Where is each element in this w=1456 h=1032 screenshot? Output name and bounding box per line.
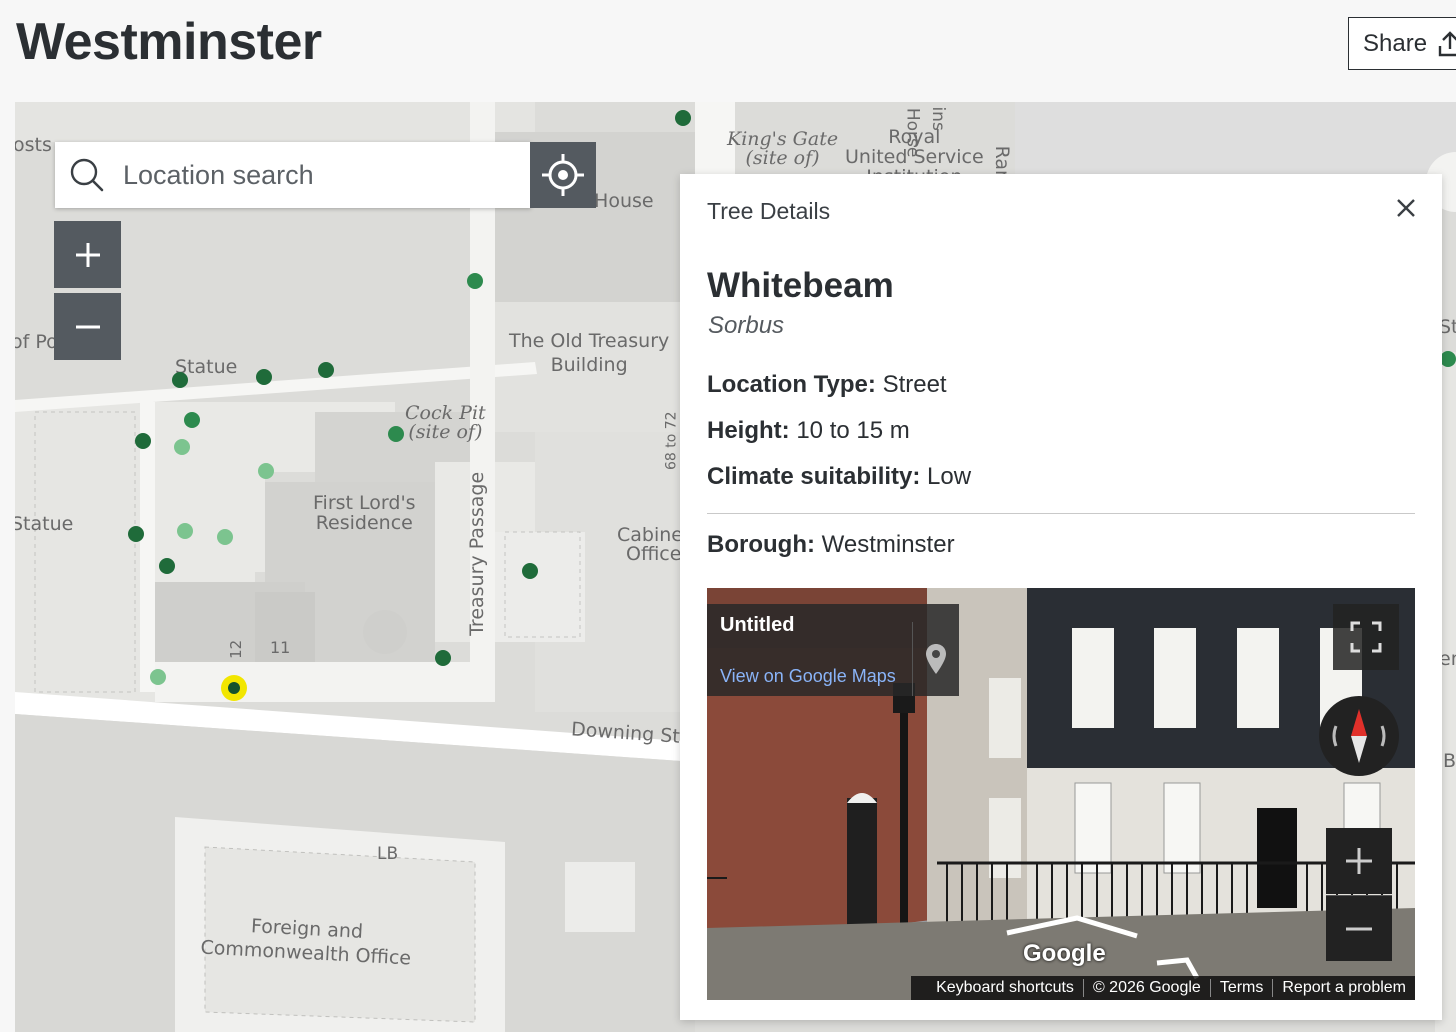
search-icon [70, 158, 104, 192]
map-label-b-right: B [1443, 750, 1456, 772]
map-label-old-treasury: The Old Treasury Building [509, 330, 669, 378]
map-label-12: 12 [227, 639, 246, 659]
street-view-footer: Keyboard shortcuts © 2026 Google Terms R… [911, 976, 1415, 1000]
map-label-cock-pit: Cock Pit (site of) [405, 404, 486, 442]
tree-marker[interactable] [172, 372, 188, 388]
attr-borough: Borough: Westminster [707, 531, 955, 559]
tree-marker[interactable] [150, 669, 166, 685]
location-search-input[interactable] [123, 159, 503, 191]
tree-latin-name: Sorbus [708, 312, 785, 339]
tree-marker[interactable] [128, 526, 144, 542]
map-label-kings-gate-line2: (site of) [745, 147, 820, 169]
tree-marker[interactable] [675, 110, 691, 126]
map-label-11: 11 [270, 638, 291, 657]
tree-marker[interactable] [435, 650, 451, 666]
divider [707, 513, 1415, 514]
street-view-pin-button[interactable] [912, 622, 959, 696]
map-zoom-in-button[interactable] [54, 221, 121, 288]
copyright-text: © 2026 Google [1082, 979, 1210, 997]
map-label-kings-gate: King's Gate (site of) [727, 130, 838, 168]
plus-icon [75, 242, 100, 267]
location-search-bar [55, 142, 531, 208]
view-on-google-maps-link[interactable]: View on Google Maps [720, 666, 896, 687]
street-view-zoom-out-button[interactable] [1326, 895, 1392, 961]
map-label-of-po: of Po [15, 331, 58, 353]
crosshair-icon [542, 154, 584, 196]
map-pin-icon [926, 644, 946, 674]
map-label-cock-pit-line2: (site of) [408, 421, 483, 443]
tree-marker[interactable] [217, 529, 233, 545]
map-label-horse: Horse [902, 107, 923, 158]
keyboard-shortcuts-link[interactable]: Keyboard shortcuts [927, 979, 1083, 997]
tree-marker[interactable] [174, 439, 190, 455]
street-view-info-card: Untitled View on Google Maps [707, 604, 959, 696]
street-view-embed[interactable]: Untitled View on Google Maps Google Keyb… [707, 588, 1415, 1000]
street-view-title: Untitled [720, 614, 795, 636]
tree-marker[interactable] [318, 362, 334, 378]
street-view-compass[interactable] [1319, 696, 1399, 776]
attr-climate-label: Climate suitability: [707, 463, 921, 490]
plus-icon [1346, 848, 1372, 874]
attr-borough-value: Westminster [821, 531, 955, 558]
map-label-statue-west: Statue [15, 513, 74, 535]
locate-me-button[interactable] [530, 142, 596, 208]
map-label-lb: LB [377, 844, 399, 864]
attr-location-type: Location Type: Street [707, 371, 947, 399]
close-panel-button[interactable] [1392, 194, 1420, 222]
attr-borough-label: Borough: [707, 531, 815, 558]
street-view-zoom-in-button[interactable] [1326, 828, 1392, 894]
map-label-first-lord-line2: Residence [315, 511, 413, 534]
tree-marker[interactable] [1440, 351, 1456, 367]
tree-marker[interactable] [467, 273, 483, 289]
map-label-old-treasury-line1: The Old Treasury [509, 330, 670, 352]
panel-header: Tree Details [707, 198, 831, 224]
map-label-ins: ins [927, 106, 948, 131]
attr-climate-suitability: Climate suitability: Low [707, 463, 971, 491]
tree-marker[interactable] [135, 433, 151, 449]
map-label-old-treasury-line2: Building [550, 353, 628, 376]
minus-icon [1346, 927, 1372, 930]
tree-marker[interactable] [388, 426, 404, 442]
tree-marker[interactable] [184, 412, 200, 428]
tree-marker-selected-core [228, 682, 240, 694]
close-icon [1397, 199, 1415, 217]
tree-common-name: Whitebeam [707, 266, 894, 305]
tree-marker[interactable] [159, 558, 175, 574]
attr-height: Height: 10 to 15 m [707, 417, 910, 445]
fullscreen-icon [1350, 621, 1382, 653]
tree-marker[interactable] [177, 523, 193, 539]
attr-location-type-value: Street [882, 371, 947, 398]
map-label-treasury-passage: Treasury Passage [466, 471, 489, 636]
minus-icon [75, 325, 100, 328]
street-view-fullscreen-button[interactable] [1333, 604, 1399, 670]
compass-icon [1332, 709, 1386, 763]
tree-marker[interactable] [258, 463, 274, 479]
tree-marker-selected[interactable] [221, 675, 247, 701]
share-button[interactable]: Share [1348, 17, 1456, 70]
share-icon [1438, 30, 1456, 56]
attr-climate-value: Low [927, 463, 972, 490]
map-label-posts: osts [15, 134, 52, 156]
attr-height-value: 10 to 15 m [796, 417, 910, 444]
share-label: Share [1363, 29, 1428, 57]
tree-details-panel: Tree Details Whitebeam Sorbus Location T… [680, 174, 1442, 1020]
google-logo: Google [1023, 940, 1106, 967]
terms-link[interactable]: Terms [1209, 979, 1273, 997]
tree-marker[interactable] [522, 563, 538, 579]
map-zoom-out-button[interactable] [54, 293, 121, 360]
report-problem-link[interactable]: Report a problem [1272, 979, 1415, 997]
page-title: Westminster [16, 13, 322, 71]
map-label-68-72: 68 to 72 [663, 411, 680, 471]
map-label-first-lord-line1: First Lord's [313, 492, 416, 514]
tree-marker[interactable] [256, 369, 272, 385]
map-label-first-lord: First Lord's Residence [313, 492, 416, 534]
attr-height-label: Height: [707, 417, 790, 444]
attr-location-type-label: Location Type: [707, 371, 876, 398]
